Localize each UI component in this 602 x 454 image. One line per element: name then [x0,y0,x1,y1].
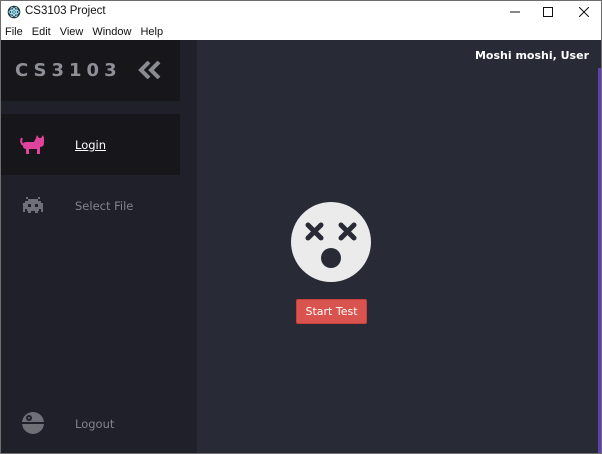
sidebar-item-logout[interactable]: Logout [1,393,180,453]
death-star-icon [22,412,44,434]
sidebar-item-login[interactable]: Login [1,114,180,175]
menu-view[interactable]: View [60,26,84,38]
main-panel: Moshi moshi, User Start Test [197,40,601,453]
maximize-button[interactable] [531,1,565,23]
scroll-accent [598,68,601,453]
menu-edit[interactable]: Edit [32,26,51,38]
menu-window[interactable]: Window [92,26,131,38]
sidebar-item-label: Logout [75,417,115,431]
sidebar-item-label: Login [75,138,107,152]
minimize-icon [510,11,520,13]
minimize-button[interactable] [498,1,532,23]
close-icon [579,7,589,17]
close-button[interactable] [567,1,601,23]
app-window: CS3103 Project File Edit View Window Hel… [0,0,602,454]
dizzy-face-icon [291,202,371,282]
menu-help[interactable]: Help [140,26,163,38]
brand-bar: CS3103 [1,40,180,101]
maximize-icon [543,7,553,17]
space-invader-icon [23,197,43,213]
start-test-button[interactable]: Start Test [296,299,367,324]
app-content: CS3103 Login Select File Logout Moshi mo… [1,40,601,453]
window-title: CS3103 Project [25,5,106,17]
electron-icon [7,5,21,19]
sidebar: CS3103 Login Select File Logout [1,40,197,453]
brand-logo: CS3103 [15,60,122,81]
menu-file[interactable]: File [5,26,23,38]
cat-icon [20,135,44,154]
sidebar-item-select-file[interactable]: Select File [1,175,180,236]
user-greeting: Moshi moshi, User [474,49,589,62]
title-bar[interactable]: CS3103 Project [1,1,601,23]
double-chevron-left-icon[interactable] [138,61,162,79]
menu-bar: File Edit View Window Help [1,23,601,40]
sidebar-item-label: Select File [75,199,134,213]
